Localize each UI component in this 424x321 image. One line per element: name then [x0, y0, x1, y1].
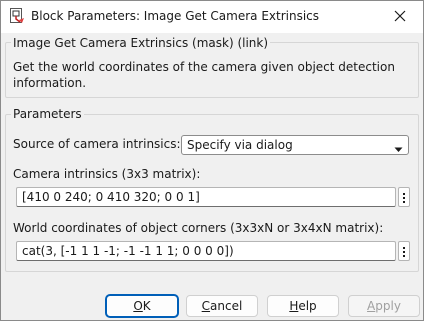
- camera-intrinsics-field[interactable]: [410 0 240; 0 410 320; 0 0 1]: [16, 187, 396, 207]
- help-button-label: elp: [298, 299, 317, 313]
- cancel-button-label: ancel: [210, 299, 243, 313]
- close-icon: [394, 10, 406, 25]
- parameters-title: Parameters: [11, 107, 84, 121]
- ok-button-mnemonic: O: [133, 299, 143, 313]
- block-parameters-dialog: Block Parameters: Image Get Camera Extri…: [0, 0, 424, 321]
- window-title: Block Parameters: Image Get Camera Extri…: [31, 9, 320, 23]
- intrinsics-source-value: Specify via dialog: [187, 138, 293, 152]
- apply-button[interactable]: Apply: [348, 295, 420, 317]
- intrinsics-source-dropdown[interactable]: Specify via dialog: [181, 135, 409, 155]
- camera-intrinsics-more-button[interactable]: [398, 187, 410, 207]
- world-coords-label: World coordinates of object corners (3x3…: [13, 221, 384, 235]
- block-parameters-icon: [10, 8, 25, 24]
- world-coords-more-button[interactable]: [398, 241, 410, 261]
- cancel-button[interactable]: Cancel: [186, 295, 258, 317]
- help-button[interactable]: Help: [267, 295, 339, 317]
- intrinsics-source-label: Source of camera intrinsics:: [13, 137, 181, 151]
- close-button[interactable]: [377, 1, 423, 33]
- help-button-mnemonic: H: [289, 299, 299, 313]
- ok-button[interactable]: OK: [106, 295, 178, 317]
- world-coords-field[interactable]: cat(3, [-1 1 1 -1; -1 -1 1 1; 0 0 0 0]): [16, 241, 396, 261]
- mask-description: Get the world coordinates of the camera …: [13, 60, 395, 90]
- chevron-down-icon: [394, 142, 403, 156]
- world-coords-value: cat(3, [-1 1 1 -1; -1 -1 1 1; 0 0 0 0]): [22, 244, 234, 258]
- mask-title: Image Get Camera Extrinsics (mask) (link…: [11, 36, 271, 50]
- camera-intrinsics-value: [410 0 240; 0 410 320; 0 0 1]: [22, 190, 200, 204]
- ok-button-label: K: [142, 299, 151, 313]
- apply-button-mnemonic: A: [367, 299, 376, 313]
- vertical-ellipsis-icon: [403, 192, 405, 203]
- camera-intrinsics-label: Camera intrinsics (3x3 matrix):: [13, 167, 201, 181]
- title-bar[interactable]: Block Parameters: Image Get Camera Extri…: [1, 1, 423, 33]
- apply-button-label: pply: [375, 299, 401, 313]
- cancel-button-mnemonic: C: [201, 299, 211, 313]
- vertical-ellipsis-icon: [403, 246, 405, 257]
